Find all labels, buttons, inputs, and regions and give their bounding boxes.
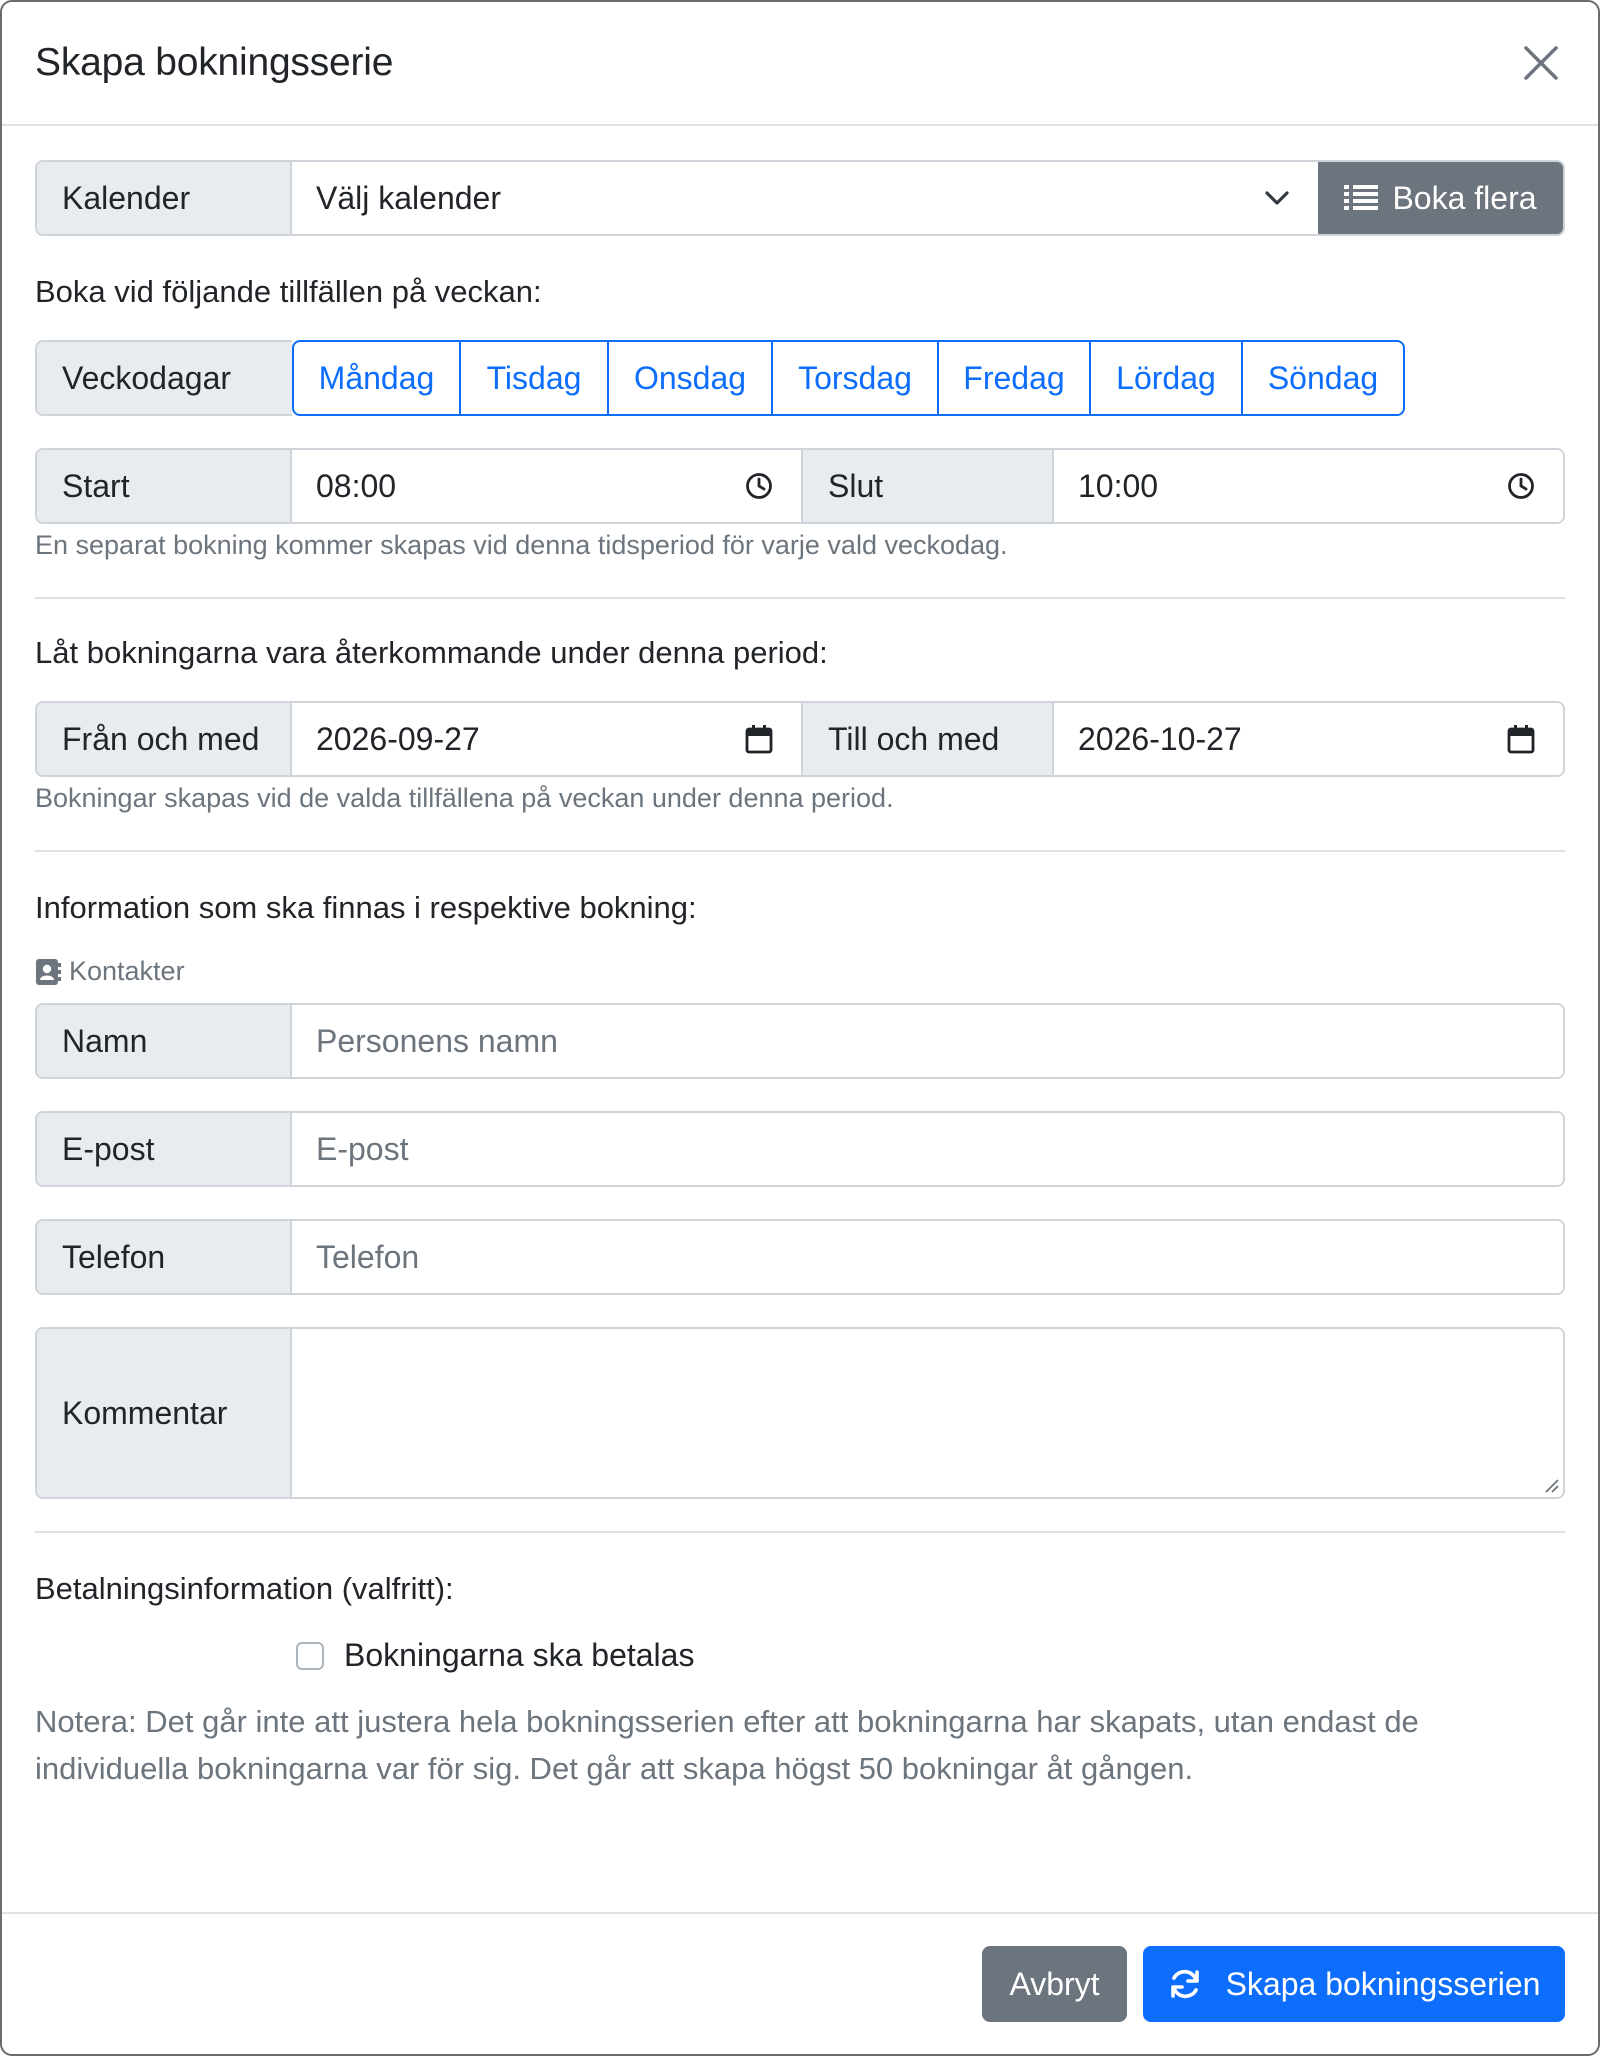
- weekday-wednesday[interactable]: Onsdag: [609, 342, 773, 414]
- weekday-monday[interactable]: Måndag: [294, 342, 461, 414]
- book-many-label: Boka flera: [1392, 179, 1537, 216]
- pay-checkbox[interactable]: [296, 1641, 324, 1670]
- create-series-button[interactable]: Skapa bokningsserien: [1143, 1946, 1565, 2022]
- from-date-value: 2026-09-27: [316, 720, 480, 757]
- book-many-button[interactable]: Boka flera: [1318, 162, 1563, 234]
- name-group: Namn Personens namn: [35, 1003, 1565, 1079]
- weekdays-label-box: Veckodagar: [35, 340, 292, 416]
- clock-icon: [746, 473, 772, 499]
- phone-label: Telefon: [37, 1221, 292, 1293]
- weekday-buttons: Måndag Tisdag Onsdag Torsdag Fredag Lörd…: [292, 340, 1405, 416]
- end-time-value: 10:00: [1078, 467, 1159, 504]
- modal-body: Kalender Välj kalender Boka flera Boka v…: [2, 126, 1598, 1792]
- contacts-label: Kontakter: [69, 956, 185, 986]
- comment-group: Kommentar: [35, 1327, 1565, 1499]
- name-placeholder: Personens namn: [316, 1022, 558, 1059]
- email-label: E-post: [37, 1113, 292, 1185]
- modal-title: Skapa bokningsserie: [35, 41, 394, 84]
- to-date-value: 2026-10-27: [1078, 720, 1242, 757]
- calendar-icon: [745, 725, 773, 754]
- weekday-friday[interactable]: Fredag: [939, 342, 1091, 414]
- period-group: Från och med 2026-09-27 Till och med 202…: [35, 701, 1565, 777]
- weekday-thursday[interactable]: Torsdag: [773, 342, 939, 414]
- modal-header: Skapa bokningsserie: [2, 2, 1598, 126]
- pay-checkbox-label[interactable]: Bokningarna ska betalas: [344, 1637, 694, 1674]
- cancel-label: Avbryt: [1009, 1965, 1100, 2002]
- refresh-icon: [1170, 1969, 1199, 1999]
- email-placeholder: E-post: [316, 1130, 409, 1167]
- phone-placeholder: Telefon: [316, 1238, 420, 1275]
- divider: [35, 1531, 1565, 1533]
- comment-textarea[interactable]: [292, 1329, 1563, 1497]
- time-help-text: En separat bokning kommer skapas vid den…: [35, 530, 1008, 560]
- weekdays-heading: Boka vid följande tillfällen på veckan:: [35, 274, 542, 309]
- calendar-select[interactable]: Välj kalender: [292, 162, 1318, 234]
- note-text: Notera: Det går inte att justera hela bo…: [35, 1704, 1419, 1786]
- from-label: Från och med: [37, 703, 292, 775]
- pay-checkbox-row: Bokningarna ska betalas: [35, 1637, 1565, 1674]
- weekdays-label: Veckodagar: [37, 342, 292, 414]
- start-label: Start: [37, 450, 292, 522]
- start-time-input[interactable]: 08:00: [292, 450, 801, 522]
- to-label: Till och med: [801, 703, 1054, 775]
- period-help-text: Bokningar skapas vid de valda tillfällen…: [35, 783, 894, 813]
- phone-group: Telefon Telefon: [35, 1219, 1565, 1295]
- comment-label: Kommentar: [37, 1329, 292, 1497]
- close-icon: [1524, 46, 1558, 80]
- payment-heading: Betalningsinformation (valfritt):: [35, 1571, 454, 1606]
- list-icon: [1344, 185, 1379, 210]
- resize-handle-icon[interactable]: [1543, 1477, 1559, 1493]
- chevron-down-icon: [1265, 191, 1289, 205]
- weekday-sunday[interactable]: Söndag: [1243, 342, 1403, 414]
- from-date-input[interactable]: 2026-09-27: [292, 703, 801, 775]
- weekday-tuesday[interactable]: Tisdag: [461, 342, 609, 414]
- divider: [35, 597, 1565, 599]
- end-time-input[interactable]: 10:00: [1054, 450, 1563, 522]
- email-input[interactable]: E-post: [292, 1113, 1563, 1185]
- close-button[interactable]: [1517, 39, 1565, 87]
- start-time-value: 08:00: [316, 467, 397, 504]
- clock-icon: [1508, 473, 1534, 499]
- address-book-icon: [36, 958, 61, 985]
- to-date-input[interactable]: 2026-10-27: [1054, 703, 1563, 775]
- end-label: Slut: [801, 450, 1054, 522]
- booking-series-modal: Skapa bokningsserie Kalender Välj kalend…: [0, 0, 1600, 2056]
- name-input[interactable]: Personens namn: [292, 1005, 1563, 1077]
- modal-footer: Avbryt Skapa bokningsserien: [2, 1912, 1598, 2054]
- calendar-label: Kalender: [37, 162, 292, 234]
- phone-input[interactable]: Telefon: [292, 1221, 1563, 1293]
- name-label: Namn: [37, 1005, 292, 1077]
- cancel-button[interactable]: Avbryt: [982, 1946, 1127, 2022]
- create-series-label: Skapa bokningsserien: [1225, 1965, 1541, 2002]
- email-group: E-post E-post: [35, 1111, 1565, 1187]
- weekdays-group: Veckodagar Måndag Tisdag Onsdag Torsdag …: [35, 340, 1565, 416]
- calendar-group: Kalender Välj kalender Boka flera: [35, 160, 1565, 236]
- divider: [35, 850, 1565, 852]
- contacts-link[interactable]: Kontakter: [35, 956, 1565, 987]
- info-heading: Information som ska finnas i respektive …: [35, 890, 697, 925]
- calendar-select-value: Välj kalender: [316, 179, 501, 216]
- period-heading: Låt bokningarna vara återkommande under …: [35, 635, 828, 670]
- time-group: Start 08:00 Slut 10:00: [35, 448, 1565, 524]
- weekday-saturday[interactable]: Lördag: [1091, 342, 1243, 414]
- calendar-icon: [1507, 725, 1535, 754]
